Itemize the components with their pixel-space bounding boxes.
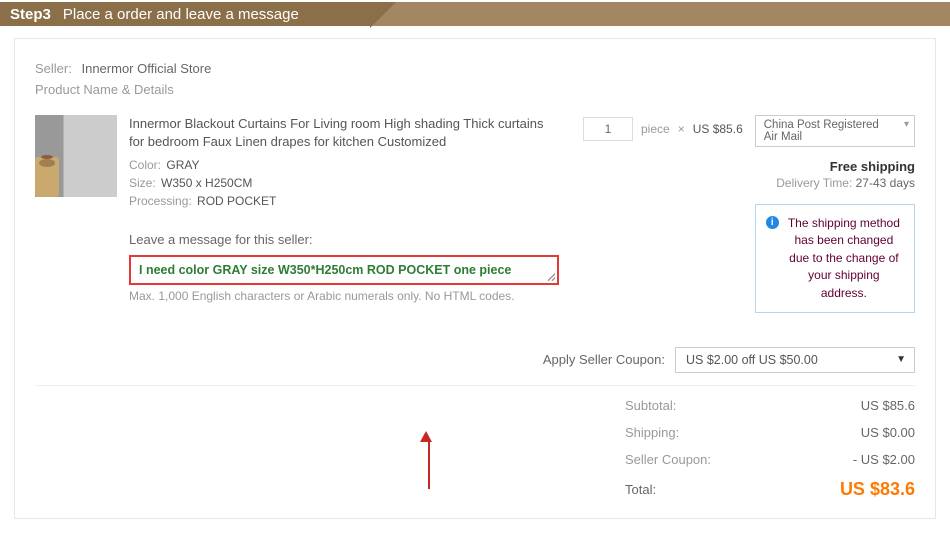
- product-details-label: Product Name & Details: [35, 82, 915, 97]
- coupon-select[interactable]: US $2.00 off US $50.00: [675, 347, 915, 373]
- message-label: Leave a message for this seller:: [129, 232, 559, 247]
- product-size: Size: W350 x H250CM: [129, 174, 559, 192]
- step-title: Place a order and leave a message: [63, 6, 299, 23]
- shipping-notice: i The shipping method has been changed d…: [755, 204, 915, 313]
- annotation-arrow: [425, 431, 432, 489]
- total-label: Total:: [625, 482, 735, 497]
- shipping-method-select[interactable]: China Post Registered Air Mail: [755, 115, 915, 147]
- coupon-label: Apply Seller Coupon:: [543, 352, 665, 367]
- seller-coupon-label: Seller Coupon:: [625, 452, 735, 467]
- quantity-unit: piece: [641, 117, 670, 136]
- unit-price: US $85.6: [693, 117, 743, 136]
- message-hint: Max. 1,000 English characters or Arabic …: [129, 289, 559, 303]
- delivery-time: Delivery Time: 27-43 days: [755, 176, 915, 190]
- total-value: US $83.6: [735, 479, 915, 500]
- product-thumbnail: [35, 115, 117, 197]
- subtotal-value: US $85.6: [735, 398, 915, 413]
- product-processing: Processing: ROD POCKET: [129, 192, 559, 210]
- shipping-cost-label: Shipping:: [625, 425, 735, 440]
- free-shipping-label: Free shipping: [755, 159, 915, 174]
- shipping-cost-value: US $0.00: [735, 425, 915, 440]
- quantity-input[interactable]: [583, 117, 633, 141]
- product-color: Color: GRAY: [129, 156, 559, 174]
- step-header: Step3 Place a order and leave a message: [0, 0, 950, 26]
- seller-name: Innermor Official Store: [81, 61, 211, 76]
- subtotal-label: Subtotal:: [625, 398, 735, 413]
- seller-coupon-value: - US $2.00: [735, 452, 915, 467]
- seller-message-input[interactable]: I need color GRAY size W350*H250cm ROD P…: [129, 255, 559, 285]
- product-title: Innermor Blackout Curtains For Living ro…: [129, 115, 559, 150]
- times-symbol: ×: [678, 117, 685, 136]
- step-number: Step3: [10, 6, 51, 23]
- info-icon: i: [766, 216, 779, 229]
- order-panel: Seller: Innermor Official Store Product …: [14, 38, 936, 519]
- seller-line: Seller: Innermor Official Store: [35, 61, 915, 76]
- seller-label: Seller:: [35, 61, 72, 76]
